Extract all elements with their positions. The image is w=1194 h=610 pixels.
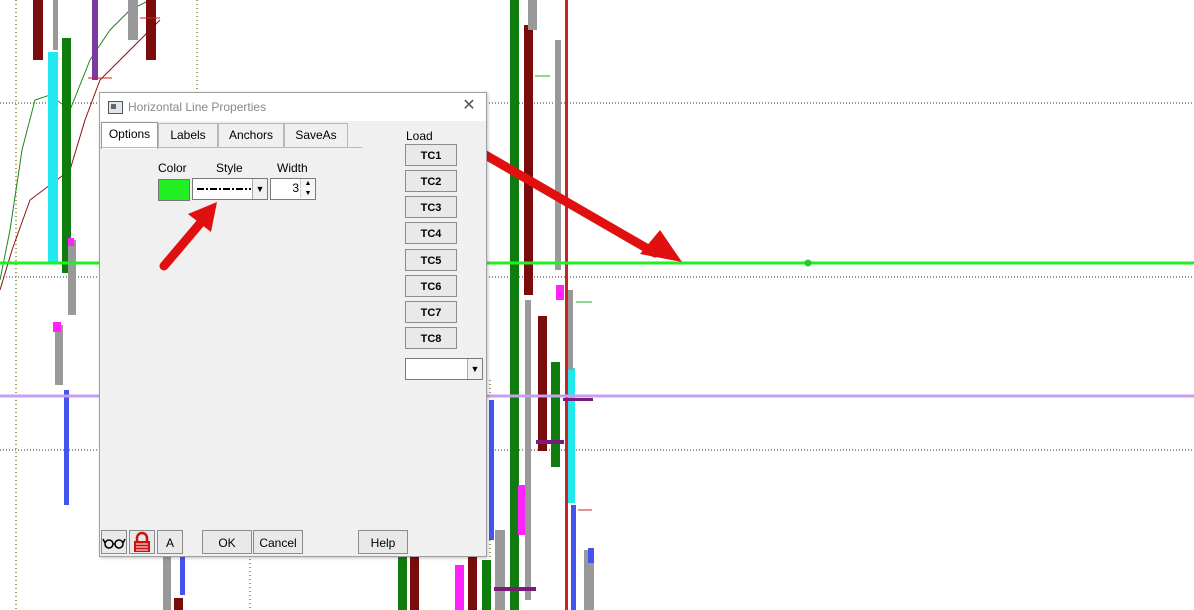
- price-bar: [551, 362, 560, 467]
- horizontal-line-properties-dialog: Horizontal Line Properties ✕ Options Lab…: [99, 92, 487, 557]
- glasses-icon: [102, 538, 126, 549]
- price-bar: [92, 0, 98, 80]
- chevron-down-icon[interactable]: ▼: [252, 179, 267, 199]
- a-button[interactable]: A: [157, 530, 183, 554]
- price-bar: [68, 240, 76, 315]
- load-tc1-button[interactable]: TC1: [405, 144, 457, 166]
- price-bar: [565, 0, 568, 610]
- tab-saveas[interactable]: SaveAs: [284, 123, 348, 148]
- load-tc3-button[interactable]: TC3: [405, 196, 457, 218]
- width-label: Width: [277, 161, 308, 175]
- window-icon: [108, 101, 123, 114]
- ok-button[interactable]: OK: [202, 530, 252, 554]
- price-bar: [146, 0, 156, 60]
- price-bar: [563, 398, 593, 401]
- price-bar: [555, 40, 561, 270]
- tab-labels[interactable]: Labels: [158, 123, 218, 148]
- color-label: Color: [158, 161, 187, 175]
- price-bar: [455, 565, 464, 610]
- width-stepper[interactable]: 3 ▲ ▼: [270, 178, 316, 200]
- line-style-dropdown[interactable]: ▼: [192, 178, 268, 200]
- price-bar: [571, 505, 576, 610]
- tab-options[interactable]: Options: [101, 122, 158, 149]
- load-template-dropdown[interactable]: ▼: [405, 358, 483, 380]
- price-bar: [525, 300, 531, 600]
- width-value: 3: [292, 181, 299, 195]
- cancel-button[interactable]: Cancel: [253, 530, 303, 554]
- annotation-arrow: [477, 148, 660, 258]
- price-bar: [62, 38, 71, 273]
- price-bar: [33, 0, 43, 60]
- tab-panel-border: [100, 147, 362, 148]
- visibility-glasses-button[interactable]: [101, 530, 127, 554]
- line-anchor-handle[interactable]: [804, 259, 812, 267]
- load-tc4-button[interactable]: TC4: [405, 222, 457, 244]
- price-bar: [468, 555, 477, 610]
- price-bar: [538, 316, 547, 451]
- price-bar: [536, 440, 564, 444]
- load-label: Load: [406, 129, 433, 143]
- help-button[interactable]: Help: [358, 530, 408, 554]
- lock-icon: [134, 531, 150, 552]
- price-bar: [180, 555, 185, 595]
- color-swatch-button[interactable]: [158, 179, 190, 201]
- dialog-titlebar: Horizontal Line Properties ✕: [100, 93, 486, 121]
- price-bar: [524, 25, 533, 295]
- price-bar: [489, 400, 494, 540]
- load-tc6-button[interactable]: TC6: [405, 275, 457, 297]
- price-bar: [568, 290, 573, 370]
- spin-up-icon[interactable]: ▲: [300, 179, 315, 188]
- price-bar: [68, 238, 74, 246]
- price-bar: [398, 555, 407, 610]
- price-bar: [556, 285, 564, 300]
- chevron-down-icon[interactable]: ▼: [467, 359, 482, 379]
- load-tc8-button[interactable]: TC8: [405, 327, 457, 349]
- lock-button[interactable]: [129, 530, 155, 554]
- load-tc7-button[interactable]: TC7: [405, 301, 457, 323]
- price-bar: [48, 52, 58, 262]
- tab-anchors[interactable]: Anchors: [218, 123, 284, 148]
- close-icon[interactable]: ✕: [460, 97, 478, 115]
- style-label: Style: [216, 161, 243, 175]
- price-bar: [174, 598, 183, 610]
- price-bar: [410, 555, 419, 610]
- price-bar: [64, 390, 69, 505]
- price-bar: [518, 485, 525, 535]
- price-bar: [528, 0, 537, 30]
- price-bar: [53, 322, 61, 332]
- spin-down-icon[interactable]: ▼: [300, 189, 315, 198]
- price-bar: [55, 325, 63, 385]
- price-bar: [482, 560, 491, 610]
- dash-dot-style-icon: [197, 188, 251, 190]
- price-bar: [53, 0, 58, 50]
- dialog-title: Horizontal Line Properties: [128, 100, 267, 114]
- price-bar: [510, 0, 519, 610]
- price-bar: [494, 587, 536, 591]
- price-bar: [588, 548, 594, 563]
- load-tc2-button[interactable]: TC2: [405, 170, 457, 192]
- tab-bar: Options Labels Anchors SaveAs: [100, 122, 370, 149]
- load-tc5-button[interactable]: TC5: [405, 249, 457, 271]
- price-bar: [128, 0, 138, 40]
- price-bar: [495, 530, 505, 610]
